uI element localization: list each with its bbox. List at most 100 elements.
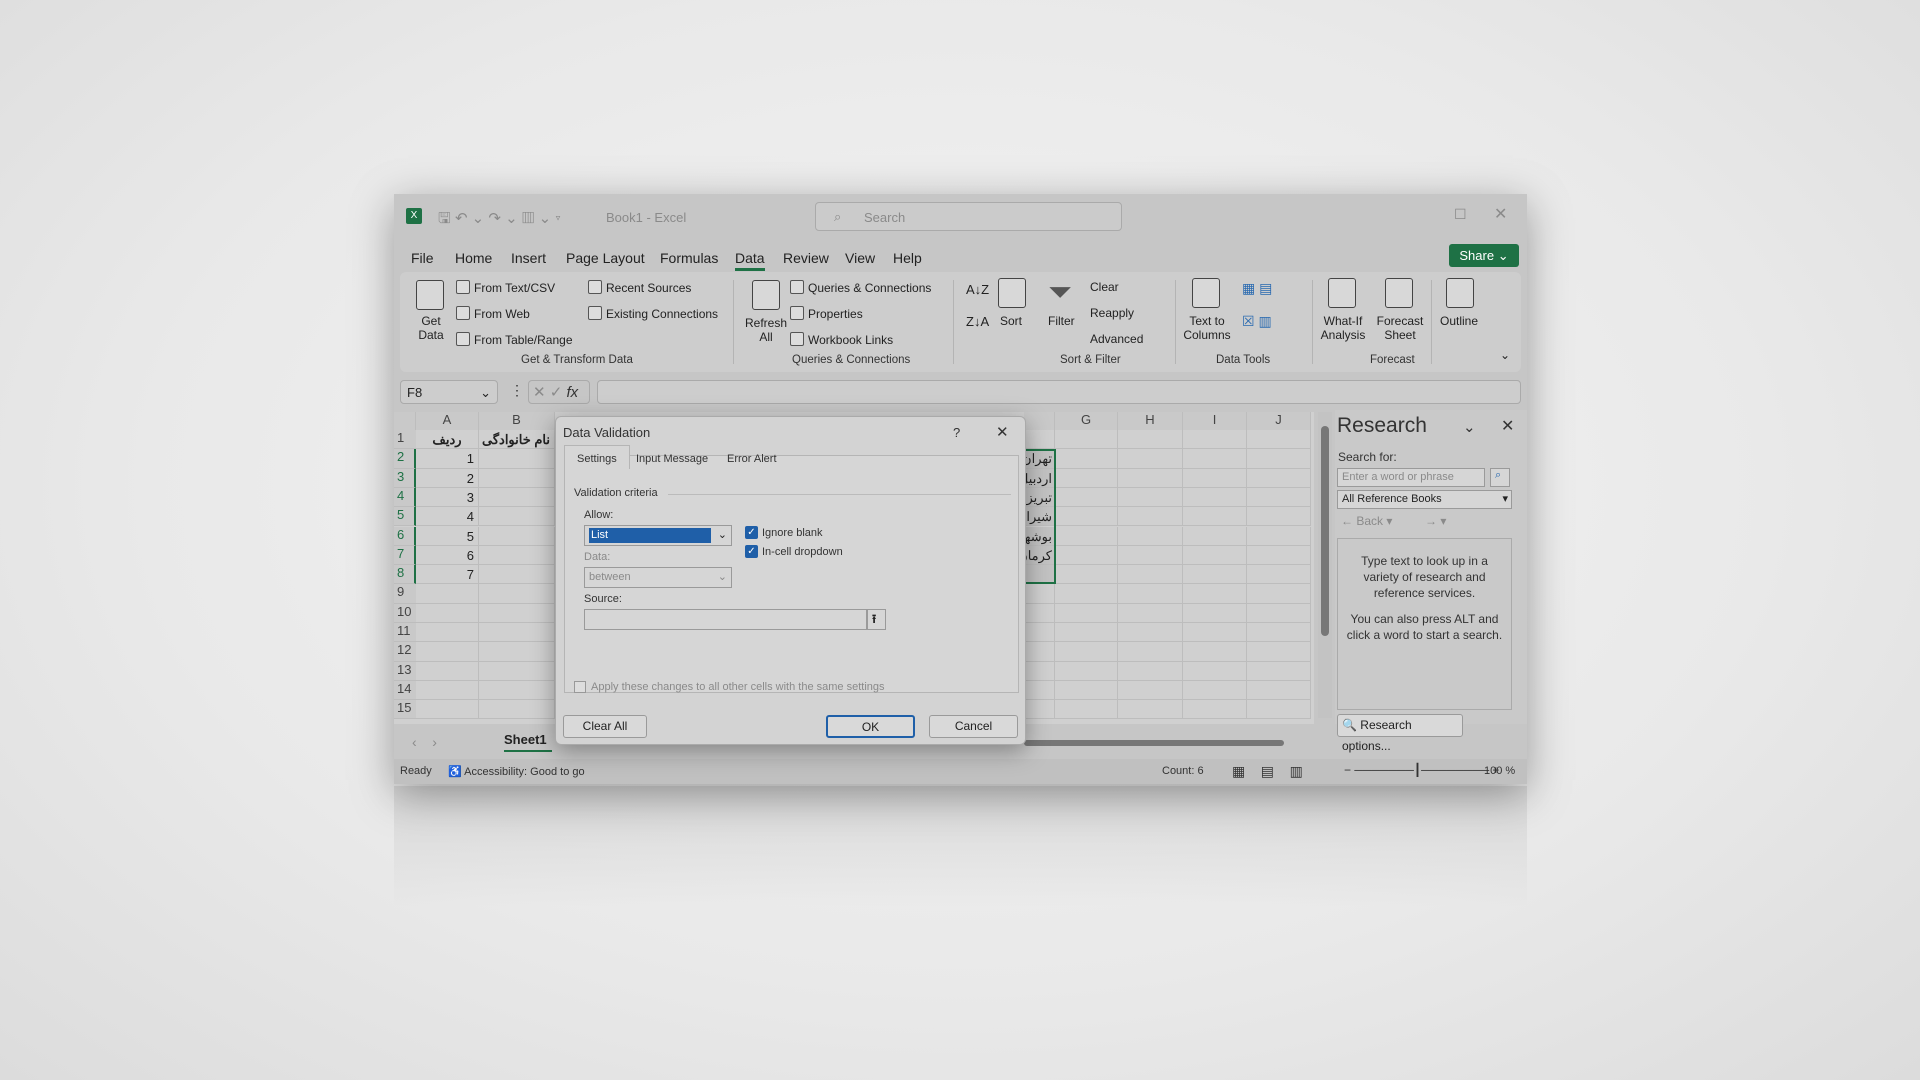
cell[interactable] [1183,449,1247,469]
cell[interactable] [1247,680,1311,701]
research-options-button[interactable]: 🔍 Research options... [1337,714,1463,753]
close-window-button[interactable]: ✕ [1494,204,1507,224]
cell[interactable] [1024,430,1055,450]
cell-a7[interactable]: 6 [416,545,479,566]
cell[interactable] [1247,565,1311,585]
row-header[interactable]: 15 [394,700,416,720]
cell[interactable] [479,642,555,662]
cell-a5[interactable]: 4 [416,507,479,527]
cell[interactable] [1247,623,1311,643]
reapply-button[interactable]: Reapply [1090,306,1134,320]
tab-settings[interactable]: Settings [564,445,630,469]
cell[interactable] [479,468,555,488]
queries-connections-button[interactable]: Queries & Connections [790,280,931,295]
pane-options-icon[interactable]: ⌄ [1463,418,1476,436]
cell[interactable] [416,623,479,643]
from-table-range-button[interactable]: From Table/Range [456,332,573,347]
sheet-tab-sheet1[interactable]: Sheet1 [504,728,552,752]
tab-help[interactable]: Help [893,250,922,266]
cell-a1[interactable]: ردیف [416,430,479,450]
clear-all-button[interactable]: Clear All [563,715,647,738]
row-header[interactable]: 7 [394,545,416,566]
help-button[interactable]: ? [953,425,960,440]
cell[interactable] [1055,661,1118,681]
cell[interactable] [1118,487,1183,508]
cell[interactable] [1118,545,1183,566]
research-search-input[interactable]: Enter a word or phrase [1337,468,1485,487]
cell[interactable] [479,680,555,701]
cell[interactable] [479,487,555,508]
cell[interactable] [1024,623,1055,643]
cell[interactable] [1118,468,1183,488]
cell[interactable] [1183,526,1247,546]
cell-b1[interactable]: نام خانوادگی [479,430,555,450]
cell[interactable] [1055,487,1118,508]
sort-a-z-button[interactable]: A↓Z [966,282,989,297]
tab-formulas[interactable]: Formulas [660,250,718,266]
sort-z-a-button[interactable]: Z↓A [966,314,989,329]
collapse-ribbon-icon[interactable]: ⌄ [1500,348,1510,362]
cell[interactable] [1247,700,1311,720]
cell[interactable] [1055,507,1118,527]
outline-button[interactable]: Outline [1440,314,1478,328]
cell[interactable] [1055,623,1118,643]
cell[interactable] [479,603,555,623]
cell[interactable] [416,680,479,701]
cell[interactable] [416,700,479,720]
formula-buttons[interactable]: ✕ ✓ fx [528,380,590,404]
row-header[interactable]: 3 [394,468,416,488]
row-header[interactable]: 1 [394,430,416,450]
cell[interactable] [1247,584,1311,604]
cell[interactable] [1118,661,1183,681]
cell[interactable] [1247,430,1311,450]
share-button[interactable]: Share ⌄ [1449,244,1519,267]
what-if-analysis-button[interactable]: What-If Analysis [1316,314,1370,342]
vertical-scrollbar[interactable] [1318,412,1332,718]
tab-view[interactable]: View [845,250,875,266]
cell[interactable] [1055,545,1118,566]
advanced-button[interactable]: Advanced [1090,332,1143,346]
cell[interactable] [479,700,555,720]
row-header[interactable]: 12 [394,642,416,662]
cell[interactable] [1247,487,1311,508]
row-header[interactable]: 9 [394,584,416,604]
cancel-button[interactable]: Cancel [929,715,1018,738]
cell[interactable] [1118,526,1183,546]
cell[interactable] [1118,623,1183,643]
cell[interactable] [1183,661,1247,681]
cell[interactable] [1247,507,1311,527]
allow-select[interactable]: List ⌄ [584,525,732,546]
cell[interactable] [1183,507,1247,527]
tab-input-message[interactable]: Input Message [636,453,708,465]
cell[interactable] [1118,603,1183,623]
cell[interactable] [1055,449,1118,469]
from-text-csv-button[interactable]: From Text/CSV [456,280,555,295]
sheet-nav-buttons[interactable]: ‹ › [412,734,437,750]
cell[interactable] [1183,487,1247,508]
row-header[interactable]: 14 [394,680,416,701]
cell[interactable] [1055,700,1118,720]
cell-a8[interactable]: 7 [416,565,479,585]
cell-f5[interactable]: شیراز [1024,507,1055,527]
cell[interactable] [1247,661,1311,681]
cell[interactable] [1024,584,1055,604]
data-tools-icons[interactable]: ▦ ▤ ☒ ▥ [1242,280,1272,330]
text-to-columns-button[interactable]: Text to Columns [1182,314,1232,342]
cell[interactable] [1055,603,1118,623]
cell[interactable] [416,603,479,623]
cell[interactable] [1183,603,1247,623]
accessibility-status[interactable]: ♿ Accessibility: Good to go [448,765,585,778]
cell[interactable] [479,545,555,566]
cell[interactable] [1183,430,1247,450]
tab-error-alert[interactable]: Error Alert [727,453,777,465]
close-pane-icon[interactable]: ✕ [1501,416,1514,436]
cell[interactable] [416,642,479,662]
cell[interactable] [1024,700,1055,720]
cell[interactable] [1118,449,1183,469]
cell[interactable] [1183,642,1247,662]
select-all-corner[interactable] [394,412,416,430]
cell[interactable] [1183,623,1247,643]
cell[interactable] [1055,680,1118,701]
cell-a4[interactable]: 3 [416,487,479,508]
cell[interactable] [479,623,555,643]
